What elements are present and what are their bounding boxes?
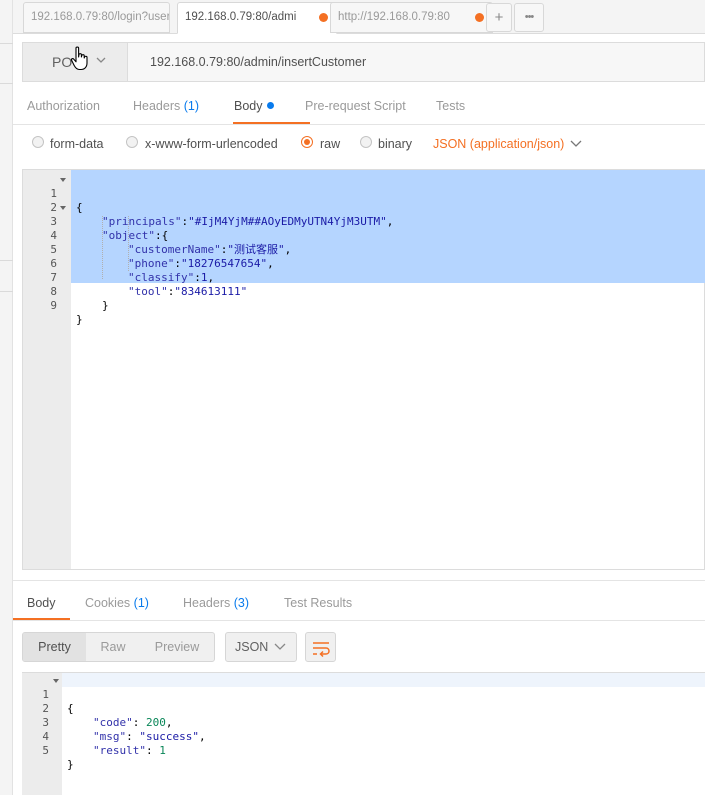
raw-button[interactable]: Raw — [86, 633, 140, 661]
body-modified-dot-icon — [266, 102, 274, 109]
cookies-label: Cookies — [85, 596, 131, 610]
fold-arrow-icon[interactable] — [60, 178, 66, 182]
request-tab-login[interactable]: 192.168.0.79:80/login?username — [23, 2, 170, 33]
tab-headers-label: Headers — [133, 99, 181, 113]
preview-button[interactable]: Preview — [140, 633, 214, 661]
code-line: 8 } — [50, 285, 109, 312]
tab-body[interactable]: Body — [234, 99, 274, 113]
unsaved-dot-icon — [475, 13, 484, 22]
code-line: 1 { — [22, 674, 75, 715]
response-headers-count: (3) — [233, 596, 250, 610]
pretty-button[interactable]: Pretty — [23, 633, 86, 661]
fold-arrow-icon[interactable] — [53, 679, 59, 683]
code-line: 3 "msg": "success", — [42, 716, 206, 743]
response-tab-headers[interactable]: Headers (3) — [183, 596, 249, 610]
chevron-down-icon[interactable] — [569, 139, 583, 149]
radio-urlencoded[interactable] — [126, 136, 138, 148]
code-line: 5 } — [42, 744, 74, 771]
code-line: 9 } — [50, 299, 83, 326]
wrap-lines-button[interactable] — [305, 632, 336, 662]
label-urlencoded: x-www-form-urlencoded — [145, 137, 278, 151]
code-line: 4 "customerName":"测试客服", — [50, 229, 292, 256]
unsaved-dot-icon — [319, 13, 328, 22]
sidebar-edge — [0, 0, 13, 795]
response-tabs: Body Cookies (1) Headers (3) Test Result… — [13, 581, 705, 621]
response-format-select[interactable]: JSON — [225, 632, 297, 662]
response-tab-test-results[interactable]: Test Results — [284, 596, 352, 610]
request-url-bar: PO 192.168.0.79:80/admin/insertCustomer — [22, 42, 705, 82]
request-code: 1 { 2 "principals":"#IjM4YjM##AOyEDMyUTN… — [23, 173, 394, 326]
radio-form-data[interactable] — [32, 136, 44, 148]
response-body-viewer[interactable]: 1 { 2 "code": 200, 3 "msg": "success", 4… — [22, 672, 705, 795]
tab-prerequest-script[interactable]: Pre-request Script — [305, 99, 406, 113]
code-line: 1 { — [23, 173, 83, 214]
postman-window: 192.168.0.79:80/login?username 192.168.0… — [0, 0, 705, 795]
response-code: 1 { 2 "code": 200, 3 "msg": "success", 4… — [22, 674, 206, 771]
code-line: 6 "classify":1, — [50, 257, 215, 284]
response-tab-body[interactable]: Body — [27, 596, 56, 610]
plus-icon: + — [494, 9, 504, 26]
active-line-highlight — [62, 673, 705, 687]
code-line: 2 "principals":"#IjM4YjM##AOyEDMyUTN4YjM… — [50, 201, 394, 228]
fold-arrow-icon[interactable] — [60, 206, 66, 210]
label-binary: binary — [378, 137, 413, 151]
response-view-toggle: Pretty Raw Preview — [22, 632, 215, 662]
radio-raw[interactable] — [301, 136, 313, 148]
radio-binary[interactable] — [360, 136, 372, 148]
content-type-select[interactable]: JSON (application/json) — [433, 137, 564, 151]
code-line: 3 "object":{ — [23, 201, 168, 242]
tab-title: 192.168.0.79:80/login?username — [31, 11, 169, 23]
more-icon: ••• — [524, 11, 535, 23]
tab-title: 192.168.0.79:80/admi — [185, 11, 297, 23]
code-line: 7 "tool":"834613111" — [50, 271, 248, 298]
cookies-count: (1) — [133, 596, 149, 610]
tab-headers[interactable]: Headers (1) — [133, 99, 199, 113]
tab-tests[interactable]: Tests — [436, 99, 465, 113]
headers-count: (1) — [183, 99, 200, 113]
request-tab-insert-customer[interactable]: 192.168.0.79:80/admi — [177, 2, 337, 34]
active-tab-underline — [233, 122, 310, 124]
url-input[interactable]: 192.168.0.79:80/admin/insertCustomer — [150, 43, 366, 81]
tab-authorization[interactable]: Authorization — [27, 99, 100, 113]
wrap-lines-icon — [313, 642, 330, 658]
tab-bar: 192.168.0.79:80/login?username 192.168.0… — [13, 0, 705, 34]
new-tab-button[interactable]: + — [486, 3, 512, 32]
request-tab-http[interactable]: http://192.168.0.79:80 — [330, 2, 493, 33]
more-tabs-button[interactable]: ••• — [514, 3, 544, 32]
response-headers-label: Headers — [183, 596, 231, 610]
response-tab-cookies[interactable]: Cookies (1) — [85, 596, 149, 610]
hand-cursor-icon — [70, 46, 88, 71]
tab-title: http://192.168.0.79:80 — [338, 11, 450, 23]
label-raw: raw — [320, 137, 341, 151]
code-line: 2 "code": 200, — [42, 702, 173, 729]
chevron-down-icon — [96, 57, 106, 63]
code-line: 4 "result": 1 — [42, 730, 166, 757]
format-label: JSON — [235, 640, 269, 654]
chevron-down-icon — [274, 643, 286, 650]
request-tabs: Authorization Headers (1) Body Pre-reque… — [13, 86, 705, 125]
tab-body-label: Body — [234, 99, 263, 113]
active-tab-underline — [13, 618, 70, 620]
request-body-editor[interactable]: 1 { 2 "principals":"#IjM4YjM##AOyEDMyUTN… — [22, 169, 705, 570]
label-form-data: form-data — [50, 137, 104, 151]
code-line: 5 "phone":"18276547654", — [50, 243, 274, 270]
